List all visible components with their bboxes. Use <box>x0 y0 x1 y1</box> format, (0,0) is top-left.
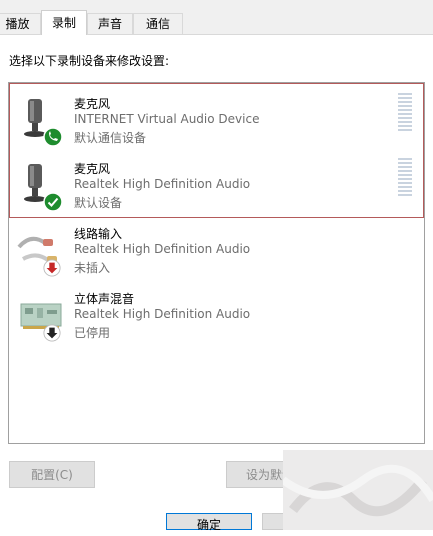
tab-sounds[interactable]: 声音 <box>87 13 133 34</box>
device-status: 默认通信设备 <box>74 131 147 145</box>
device-name: 麦克风 <box>74 162 111 176</box>
device-status: 默认设备 <box>74 196 123 210</box>
tab-playback[interactable]: 播放 <box>0 13 41 34</box>
watermark-noise <box>283 450 433 530</box>
device-item-line-in[interactable]: 线路输入 Realtek High Definition Audio 未插入 <box>9 215 424 280</box>
check-icon <box>43 192 63 212</box>
device-item-internet-mic[interactable]: 麦克风 INTERNET Virtual Audio Device 默认通信设备 <box>9 85 424 150</box>
device-name: 线路输入 <box>74 227 123 241</box>
device-description: INTERNET Virtual Audio Device <box>74 112 260 126</box>
device-description: Realtek High Definition Audio <box>74 307 251 321</box>
level-meter <box>398 158 412 198</box>
device-description: Realtek High Definition Audio <box>74 242 251 256</box>
black-down-arrow-icon <box>43 324 61 342</box>
recording-device-list[interactable]: 麦克风 INTERNET Virtual Audio Device 默认通信设备… <box>8 82 425 444</box>
device-name: 立体声混音 <box>74 292 135 306</box>
tab-communications[interactable]: 通信 <box>133 13 183 34</box>
device-name: 麦克风 <box>74 97 111 111</box>
device-item-realtek-mic[interactable]: 麦克风 Realtek High Definition Audio 默认设备 <box>9 150 424 215</box>
tab-recording[interactable]: 录制 <box>41 10 87 35</box>
red-down-arrow-icon <box>43 259 61 277</box>
configure-button[interactable]: 配置(C) <box>9 461 95 488</box>
device-status: 已停用 <box>74 326 111 340</box>
device-item-stereo-mix[interactable]: 立体声混音 Realtek High Definition Audio 已停用 <box>9 280 424 345</box>
device-status: 未插入 <box>74 261 111 275</box>
device-description: Realtek High Definition Audio <box>74 177 251 191</box>
instruction-text: 选择以下录制设备来修改设置: <box>9 54 170 68</box>
ok-button[interactable]: 确定 <box>166 513 252 532</box>
title-bar-strip <box>0 0 433 10</box>
phone-icon <box>43 127 63 147</box>
level-meter <box>398 93 412 133</box>
